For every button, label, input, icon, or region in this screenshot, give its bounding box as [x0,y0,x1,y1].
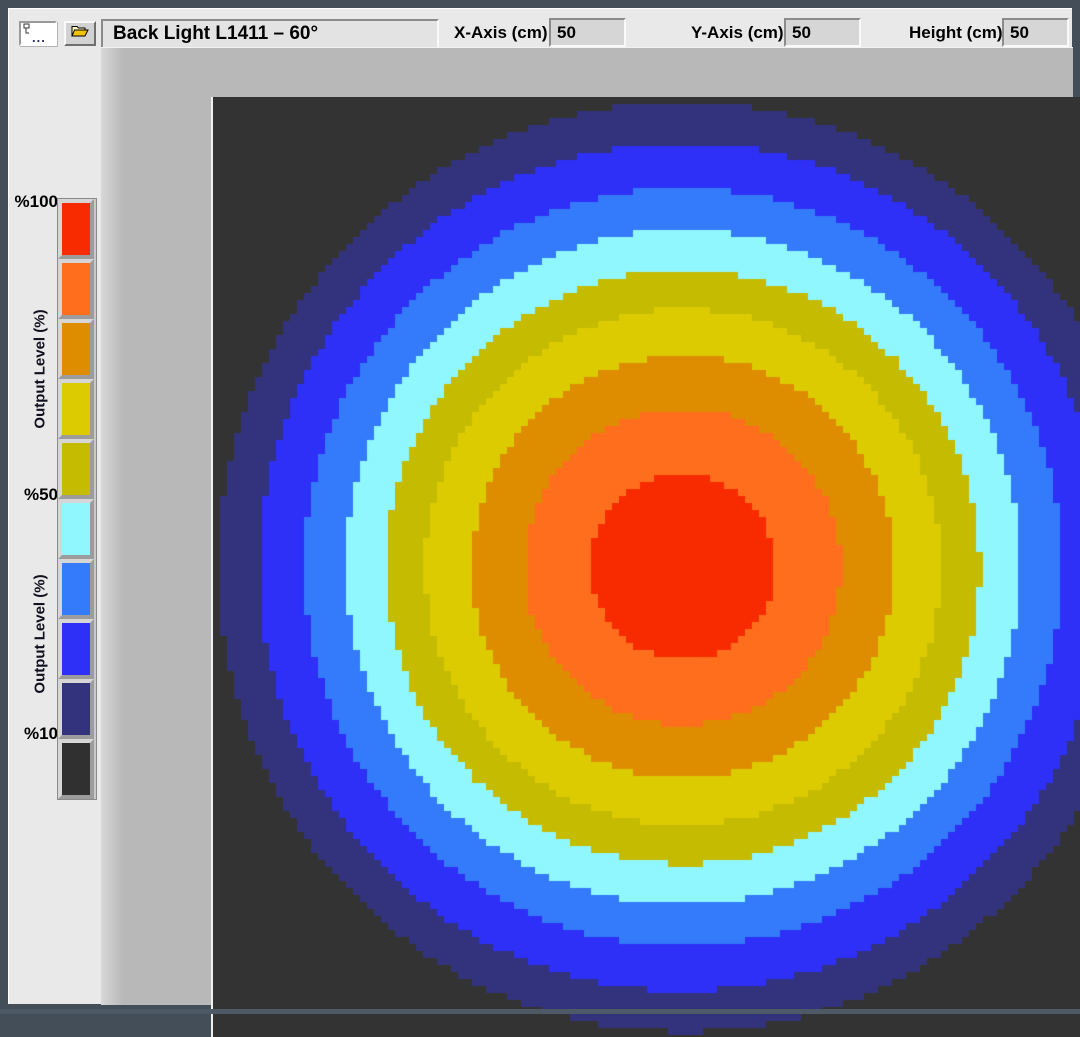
path-control[interactable]: ... [19,21,57,46]
xaxis-input[interactable] [549,18,626,47]
legend-swatch-column [57,198,97,800]
legend-tick-100: %100 [9,191,58,213]
open-folder-button[interactable] [64,21,96,46]
legend-swatch [58,199,94,259]
title-field[interactable] [101,19,439,49]
window-frame-bottom [0,1009,1080,1014]
legend-swatch [58,739,94,799]
legend-swatch [58,499,94,559]
legend-swatch [58,439,94,499]
height-input[interactable] [1002,18,1069,47]
window-frame: { "toolbar": { "path_control_text": "...… [0,0,1080,1020]
legend-swatch [58,379,94,439]
path-glyph-icon [23,23,31,41]
content-area: ... X-Axis (cm) Y-Axis (cm) Height (cm) … [8,8,1072,1004]
path-control-text: ... [32,33,46,43]
xaxis-label: X-Axis (cm) [454,21,544,45]
legend-axis-label-lower: Output Level (%) [32,574,49,693]
yaxis-label: Y-Axis (cm) [691,21,779,45]
legend-swatch [58,619,94,679]
legend-swatch [58,679,94,739]
legend-axis-label-upper: Output Level (%) [32,309,49,428]
plot-panel [101,47,1073,1005]
legend-tick-50: %50 [9,484,58,506]
legend-swatch [58,559,94,619]
height-label: Height (cm) [909,21,997,45]
plot-area [211,97,1080,1037]
legend-swatch [58,259,94,319]
yaxis-input[interactable] [784,18,861,47]
legend-tick-10: %10 [9,723,58,745]
legend-swatch [58,319,94,379]
intensity-plot [213,97,1080,1037]
open-folder-icon [71,24,89,43]
